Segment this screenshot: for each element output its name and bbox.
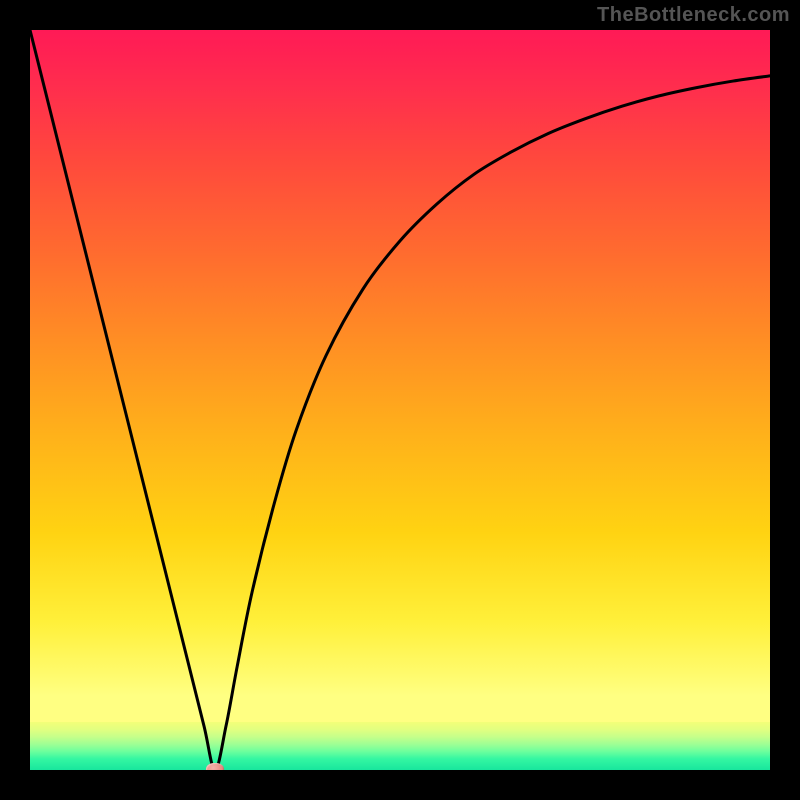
- min-point-marker: [206, 763, 224, 770]
- curve-path: [30, 30, 770, 770]
- plot-area: [30, 30, 770, 770]
- line-plot-svg: [30, 30, 770, 770]
- attribution-text: TheBottleneck.com: [597, 4, 790, 27]
- chart-frame: TheBottleneck.com: [0, 0, 800, 800]
